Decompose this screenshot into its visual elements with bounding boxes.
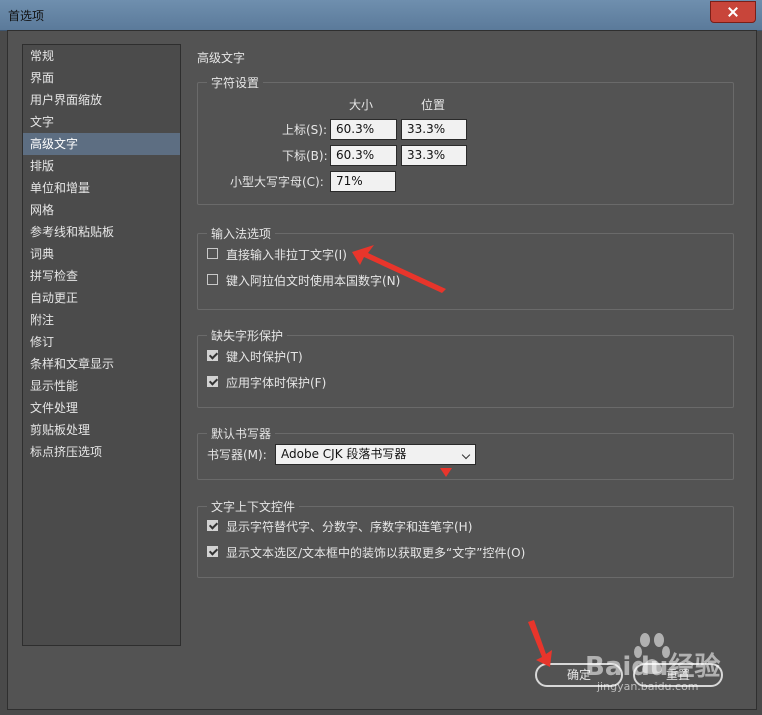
- sidebar-item[interactable]: 参考线和粘贴板: [23, 221, 180, 243]
- composer-title: 默认书写器: [207, 425, 276, 442]
- sidebar-item[interactable]: 文字: [23, 111, 180, 133]
- watermark-url: jingyan.baidu.com: [597, 680, 699, 693]
- missing-glyph-group: 缺失字形保护: [197, 327, 734, 408]
- sidebar-item[interactable]: 用户界面缩放: [23, 89, 180, 111]
- dropdown-marker-icon: [440, 468, 452, 477]
- protect-typing-label[interactable]: 键入时保护(T): [226, 348, 303, 365]
- sidebar-item[interactable]: 高级文字: [23, 133, 180, 155]
- smallcaps-label: 小型大写字母(C):: [230, 175, 324, 189]
- preferences-sidebar: 常规 界面 用户界面缩放 文字 高级文字 排版 单位和增量 网格 参考线和粘贴板 词典 拼写检查 自动…: [22, 44, 181, 646]
- chevron-down-icon: [461, 450, 471, 460]
- sidebar-item[interactable]: 标点挤压选项: [23, 441, 180, 463]
- adornment-checkbox[interactable]: [207, 546, 218, 557]
- alternates-label[interactable]: 显示字符替代字、分数字、序数字和连笔字(H): [226, 518, 472, 535]
- sidebar-item[interactable]: 拼写检查: [23, 265, 180, 287]
- composer-value: Adobe CJK 段落书写器: [281, 447, 407, 461]
- sidebar-item[interactable]: 显示性能: [23, 375, 180, 397]
- subscript-label: 下标(B):: [282, 149, 328, 163]
- sidebar-item[interactable]: 自动更正: [23, 287, 180, 309]
- direct-input-checkbox[interactable]: [207, 248, 218, 259]
- sidebar-item[interactable]: 常规: [23, 45, 180, 67]
- missing-glyph-title: 缺失字形保护: [207, 327, 288, 344]
- section-title: 高级文字: [197, 51, 246, 65]
- input-method-title: 输入法选项: [207, 225, 276, 242]
- watermark-brand: Baidu经验: [585, 652, 721, 682]
- char-settings-title: 字符设置: [207, 74, 264, 91]
- superscript-position-input[interactable]: 33.3%: [401, 119, 467, 140]
- sidebar-item[interactable]: 文件处理: [23, 397, 180, 419]
- protect-font-label[interactable]: 应用字体时保护(F): [226, 374, 326, 391]
- sidebar-item[interactable]: 词典: [23, 243, 180, 265]
- protect-typing-checkbox[interactable]: [207, 350, 218, 361]
- adornment-label[interactable]: 显示文本选区/文本框中的装饰以获取更多“文字”控件(O): [226, 544, 525, 561]
- annotation-arrow-icon: [352, 245, 446, 293]
- direct-input-label[interactable]: 直接输入非拉丁文字(I): [226, 246, 347, 263]
- contextual-controls-group: 文字上下文控件: [197, 498, 734, 578]
- sidebar-item[interactable]: 修订: [23, 331, 180, 353]
- window-title: 首选项: [8, 9, 45, 23]
- composer-select[interactable]: Adobe CJK 段落书写器: [275, 444, 476, 465]
- close-button[interactable]: [710, 1, 756, 23]
- title-bar: 首选项: [0, 0, 762, 31]
- position-column-header: 位置: [421, 98, 446, 112]
- superscript-size-input[interactable]: 60.3%: [330, 119, 397, 140]
- baidu-watermark: Baidu经验 jingyan.baidu.com: [585, 630, 745, 700]
- sidebar-item[interactable]: 单位和增量: [23, 177, 180, 199]
- sidebar-item[interactable]: 附注: [23, 309, 180, 331]
- sidebar-item[interactable]: 界面: [23, 67, 180, 89]
- contextual-controls-title: 文字上下文控件: [207, 498, 300, 515]
- alternates-checkbox[interactable]: [207, 520, 218, 531]
- size-column-header: 大小: [349, 98, 374, 112]
- subscript-size-input[interactable]: 60.3%: [330, 145, 397, 166]
- composer-label: 书写器(M):: [207, 448, 267, 462]
- sidebar-item[interactable]: 条样和文章显示: [23, 353, 180, 375]
- sidebar-item[interactable]: 剪贴板处理: [23, 419, 180, 441]
- subscript-position-input[interactable]: 33.3%: [401, 145, 467, 166]
- smallcaps-input[interactable]: 71%: [330, 171, 396, 192]
- protect-font-checkbox[interactable]: [207, 376, 218, 387]
- arabic-digits-checkbox[interactable]: [207, 274, 218, 285]
- superscript-label: 上标(S):: [282, 123, 328, 137]
- ok-annotation-arrow-icon: [528, 620, 552, 667]
- sidebar-item[interactable]: 排版: [23, 155, 180, 177]
- sidebar-item[interactable]: 网格: [23, 199, 180, 221]
